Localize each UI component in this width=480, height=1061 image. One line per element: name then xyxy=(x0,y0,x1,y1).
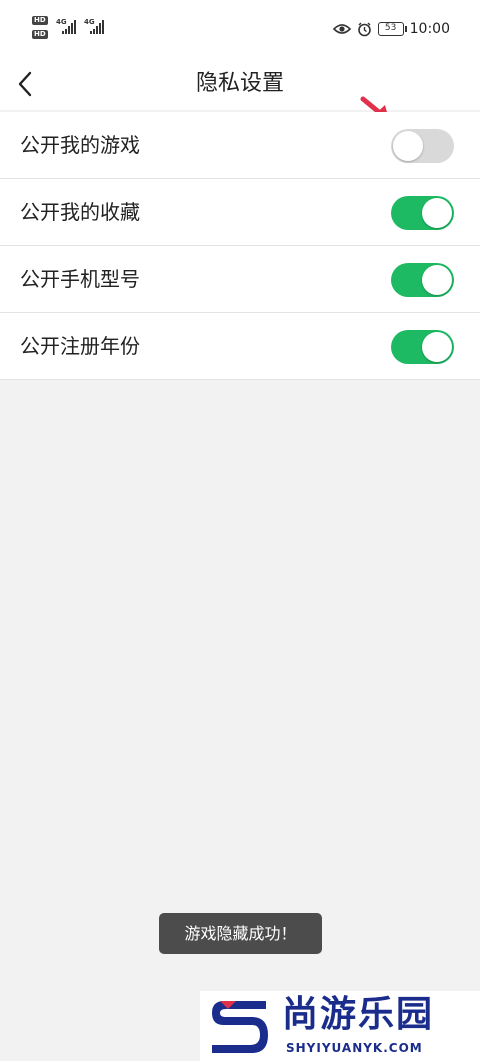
status-icons: 53 10:00 xyxy=(332,19,450,39)
toggle-public-phone-model[interactable] xyxy=(391,263,454,297)
alarm-icon xyxy=(357,22,371,36)
toggle-knob xyxy=(422,265,452,295)
toggle-public-favorites[interactable] xyxy=(391,196,454,230)
toggle-knob xyxy=(393,131,423,161)
watermark: 尚游乐园 SHYIYUANYK.COM xyxy=(200,991,480,1061)
page-title: 隐私设置 xyxy=(195,71,284,96)
toggle-knob xyxy=(422,198,452,228)
watermark-logo-icon xyxy=(212,1001,268,1053)
signal-icon xyxy=(62,20,76,34)
eye-icon xyxy=(332,24,351,34)
setting-row-public-phone-model[interactable]: 公开手机型号 xyxy=(0,246,480,313)
toggle-public-register-year[interactable] xyxy=(391,330,454,364)
watermark-text: 尚游乐园 xyxy=(282,994,435,1035)
setting-row-public-games[interactable]: 公开我的游戏 xyxy=(0,112,480,179)
setting-label: 公开注册年份 xyxy=(20,334,140,358)
status-time: 10:00 xyxy=(409,21,450,37)
hd-badge: HD xyxy=(32,30,48,39)
toggle-public-games[interactable] xyxy=(391,129,454,163)
signal-group: HD HD 4G 4G xyxy=(32,16,112,44)
setting-label: 公开我的游戏 xyxy=(20,133,140,157)
status-bar: HD HD 4G 4G 53 10:00 xyxy=(0,0,480,58)
hd-badge: HD xyxy=(32,16,48,25)
battery-icon: 53 xyxy=(377,22,407,36)
toast-message: 游戏隐藏成功！ xyxy=(159,913,322,954)
settings-list: 公开我的游戏 公开我的收藏 公开手机型号 公开注册年份 xyxy=(0,112,480,380)
setting-row-public-register-year[interactable]: 公开注册年份 xyxy=(0,313,480,380)
watermark-domain: SHYIYUANYK.COM xyxy=(286,1041,423,1055)
setting-row-public-favorites[interactable]: 公开我的收藏 xyxy=(0,179,480,246)
toggle-knob xyxy=(422,332,452,362)
setting-label: 公开手机型号 xyxy=(20,267,140,291)
page-header: 隐私设置 xyxy=(0,58,480,110)
signal-icon xyxy=(90,20,104,34)
setting-label: 公开我的收藏 xyxy=(20,200,140,224)
